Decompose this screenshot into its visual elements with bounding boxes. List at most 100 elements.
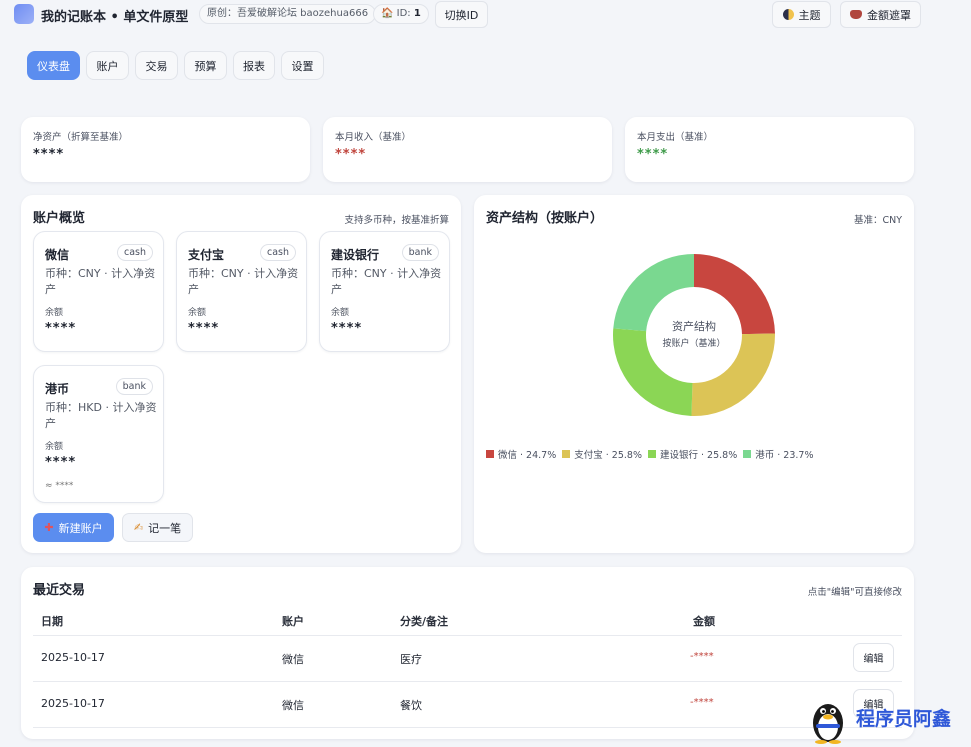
theme-button[interactable]: 主题 [772,1,831,28]
balance-label: 余额 [45,308,64,318]
legend-swatch [648,450,656,458]
amount-mask-button[interactable]: 金额遮罩 [840,1,921,28]
account-type-tag: bank [115,378,153,395]
penguin-icon [813,704,843,744]
legend-label: 支付宝 · 25.8% [574,450,642,461]
cell-date: 2025-10-17 [41,651,105,664]
balance-label: 余额 [45,442,64,452]
user-id-badge: 🏠 ID: 1 [373,4,429,24]
stat-value: **** [335,147,367,162]
chart-legend: 微信 · 24.7% 支付宝 · 25.8% 建设银行 · 25.8% 港币 · 23… [486,447,814,461]
switch-id-button[interactable]: 切换ID [435,1,488,28]
account-name: 支付宝 [188,248,225,262]
account-desc: 币种：CNY · 计入净资产 [331,267,442,296]
record-entry-button[interactable]: ✍ 记一笔 [122,513,193,542]
tab-transactions[interactable]: 交易 [135,51,178,80]
account-name: 微信 [45,248,70,262]
tab-reports[interactable]: 报表 [233,51,275,80]
balance-value: **** [331,321,363,336]
account-name: 港币 [45,382,70,396]
tab-label: 交易 [145,59,168,73]
column-header-category: 分类/备注 [400,615,449,628]
balance-label: 余额 [331,308,350,318]
cell-category: 医疗 [400,653,422,666]
new-account-label: 新建账户 [58,521,103,535]
app-title: 我的记账本 • 单文件原型 [41,10,189,25]
balance-value: **** [45,321,77,336]
legend-item: 微信 · 24.7% [486,447,556,461]
recent-transactions-panel: 最近交易 点击"编辑"可直接修改 日期 账户 分类/备注 金额 2025-10-… [21,567,914,739]
tab-budget[interactable]: 预算 [184,51,227,80]
legend-item: 港币 · 23.7% [743,447,814,461]
tab-accounts[interactable]: 账户 [86,51,129,80]
row-divider [33,727,902,728]
row-divider [33,635,902,636]
top-bar: 我的记账本 • 单文件原型 原创：吾爱破解论坛 baozehua666 🏠 ID… [0,0,971,30]
converted-balance: ≈ **** [45,481,74,491]
watermark: 程序员阿鑫 [808,694,971,747]
legend-item: 支付宝 · 25.8% [562,447,642,461]
mask-icon [850,10,862,19]
tab-label: 账户 [96,59,119,73]
cell-date: 2025-10-17 [41,697,105,710]
cell-category: 餐饮 [400,699,422,712]
legend-label: 建设银行 · 25.8% [660,450,738,461]
account-desc: 币种：CNY · 计入净资产 [45,267,156,296]
account-type-tag: cash [116,244,153,261]
stat-card-net-assets: 净资产（折算至基准） **** [21,117,310,182]
tab-label: 仪表盘 [37,59,70,73]
edit-button[interactable]: 编辑 [853,643,894,672]
tab-label: 预算 [194,59,217,73]
legend-swatch [743,450,752,458]
new-account-button[interactable]: ✚ 新建账户 [33,513,114,542]
balance-label: 余额 [188,308,207,318]
column-header-amount: 金额 [693,615,715,628]
stat-label: 净资产（折算至基准） [33,132,129,143]
tab-label: 报表 [243,59,265,73]
tab-dashboard[interactable]: 仪表盘 [27,51,80,80]
stat-value: **** [33,147,65,162]
legend-item: 建设银行 · 25.8% [648,447,737,461]
credit-badge: 原创：吾爱破解论坛 baozehua666 [199,4,377,24]
account-card-hkd[interactable]: 港币 bank 币种：HKD · 计入净资产 余额 **** ≈ **** [33,365,164,503]
account-card-alipay[interactable]: 支付宝 cash 币种：CNY · 计入净资产 余额 **** [176,231,307,352]
cell-account: 微信 [282,653,304,666]
account-name: 建设银行 [331,248,380,262]
transactions-note: 点击"编辑"可直接修改 [807,587,902,598]
stat-label: 本月收入（基准） [335,132,412,143]
switch-id-label: 切换ID [444,8,479,22]
theme-icon [782,9,794,20]
legend-label: 港币 · 23.7% [755,450,814,461]
accounts-note: 支持多币种，按基准折算 [344,215,449,226]
user-id-value: 1 [413,8,421,19]
tab-settings[interactable]: 设置 [281,51,324,80]
cell-amount: -**** [690,697,714,708]
row-divider [33,681,902,682]
plus-icon: ✚ [44,521,54,534]
column-header-date: 日期 [41,615,63,628]
account-card-wechat[interactable]: 微信 cash 币种：CNY · 计入净资产 余额 **** [33,231,164,352]
account-type-tag: bank [401,244,439,261]
accounts-title: 账户概览 [33,211,86,226]
stat-label: 本月支出（基准） [637,132,714,143]
balance-value: **** [188,321,220,336]
account-desc: 币种：HKD · 计入净资产 [45,401,157,430]
column-header-account: 账户 [282,615,304,628]
app-logo-icon [14,4,34,24]
accounts-overview-panel: 账户概览 支持多币种，按基准折算 微信 cash 币种：CNY · 计入净资产 … [21,195,461,553]
legend-swatch [562,450,571,458]
transactions-title: 最近交易 [33,583,86,598]
account-desc: 币种：CNY · 计入净资产 [188,267,299,296]
cell-amount: -**** [690,651,714,662]
stat-card-monthly-expense: 本月支出（基准） **** [625,117,914,182]
record-entry-label: 记一笔 [148,521,182,535]
cell-account: 微信 [282,699,304,712]
house-icon: 🏠 [381,8,394,19]
donut-center-subtitle: 按账户（基准） [662,337,725,349]
account-card-ccb[interactable]: 建设银行 bank 币种：CNY · 计入净资产 余额 **** [319,231,450,352]
balance-value: **** [45,455,77,470]
account-type-tag: cash [259,244,296,261]
asset-structure-panel: 资产结构（按账户） 基准：CNY 资产结构 按账户（基准） 微信 · 24.7%… [474,195,914,553]
pencil-icon: ✍ [133,521,144,534]
donut-center-title: 资产结构 [672,319,716,333]
